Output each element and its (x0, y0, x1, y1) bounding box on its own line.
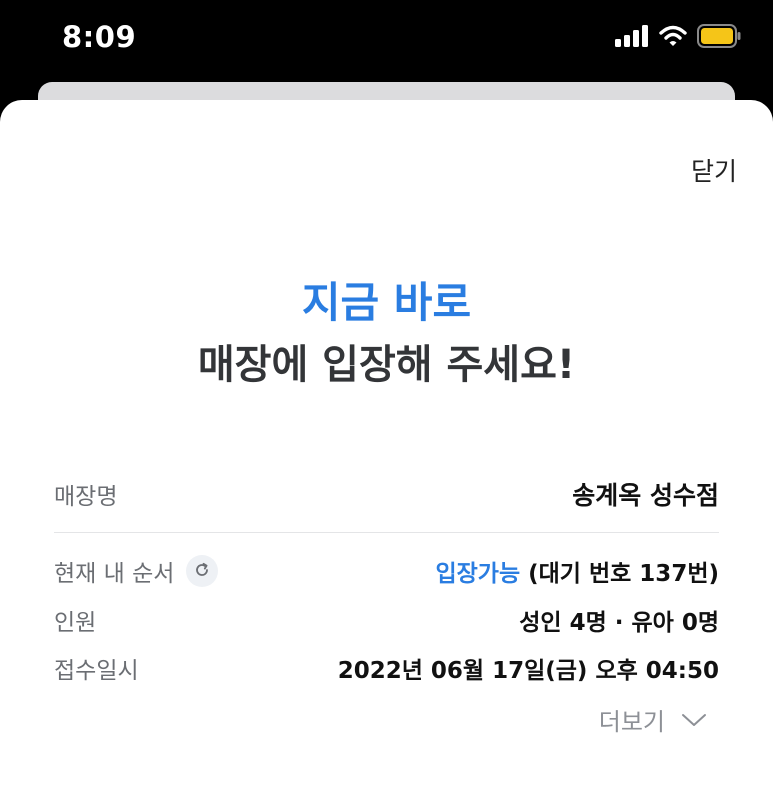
queue-label-group: 현재 내 순서 (54, 554, 219, 588)
refresh-button[interactable] (186, 555, 219, 587)
bottom-sheet: 닫기 지금 바로 매장에 입장해 주세요! 매장명 송계옥 성수점 현재 내 순… (0, 100, 773, 800)
status-bar: 8:09 (0, 0, 773, 80)
queue-row: 현재 내 순서 입장가능 (대기 번호 137번) (54, 551, 719, 591)
received-label: 접수일시 (54, 658, 139, 684)
store-label: 매장명 (54, 484, 118, 510)
received-row: 접수일시 2022년 06월 17일(금) 오후 04:50 (54, 648, 719, 688)
received-value: 2022년 06월 17일(금) 오후 04:50 (337, 658, 719, 684)
more-button[interactable]: 더보기 (599, 702, 707, 737)
headline-accent: 지금 바로 (301, 278, 472, 327)
divider (54, 532, 719, 533)
party-label: 인원 (54, 610, 97, 636)
wifi-icon (659, 25, 687, 51)
chevron-down-icon (681, 706, 707, 734)
headline-main: 매장에 입장해 주세요! (197, 342, 576, 388)
queue-label: 현재 내 순서 (54, 561, 175, 587)
status-icons (615, 24, 741, 52)
party-row: 인원 성인 4명 · 유아 0명 (54, 600, 719, 640)
headline: 지금 바로 매장에 입장해 주세요! (0, 274, 773, 394)
battery-icon (697, 24, 741, 52)
refresh-icon (194, 558, 210, 584)
queue-value: 입장가능 (대기 번호 137번) (435, 554, 719, 588)
status-time: 8:09 (62, 20, 137, 54)
queue-number: (대기 번호 137번) (528, 561, 719, 587)
store-row: 매장명 송계옥 성수점 (54, 474, 719, 514)
signal-icon (615, 25, 649, 51)
store-value: 송계옥 성수점 (572, 481, 719, 510)
more-label: 더보기 (598, 708, 665, 736)
close-button[interactable]: 닫기 (691, 152, 737, 188)
queue-status: 입장가능 (435, 561, 521, 587)
party-value: 성인 4명 · 유아 0명 (519, 610, 719, 636)
